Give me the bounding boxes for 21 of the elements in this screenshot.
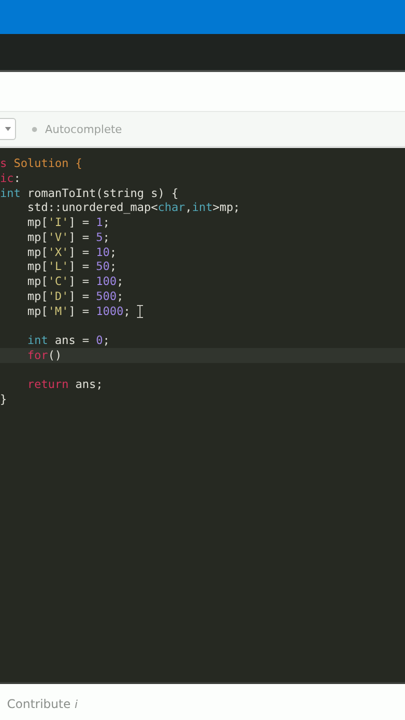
caret-icon [5, 127, 11, 131]
code-line: std::unordered_map<char,int>mp; [26, 200, 240, 215]
language-dropdown[interactable] [0, 118, 16, 140]
contribute-link[interactable]: Contribute [7, 697, 71, 711]
code-line: mp['I'] = 1; [26, 215, 110, 230]
code-line: return ans; [26, 376, 103, 392]
code-line: } [0, 392, 7, 407]
code-line: mp['V'] = 5; [26, 230, 110, 244]
code-line: mp['D'] = 500; [26, 288, 124, 304]
code-line: mp['L'] = 50; [26, 259, 117, 274]
info-mark[interactable]: i [74, 698, 78, 710]
code-line: ic: [0, 170, 21, 186]
code-line: int ans = 0; [26, 332, 110, 348]
code-line: mp['X'] = 10; [26, 244, 117, 260]
code-line: s Solution { [0, 156, 82, 171]
code-line: mp['M'] = 1000; [26, 304, 130, 318]
code-line: mp['C'] = 100; [26, 274, 124, 289]
code-line: int romanToInt(string s) { [0, 186, 178, 200]
dot-icon [32, 126, 37, 132]
code-line: for() [26, 348, 62, 362]
autocomplete-label[interactable]: Autocomplete [45, 122, 122, 136]
